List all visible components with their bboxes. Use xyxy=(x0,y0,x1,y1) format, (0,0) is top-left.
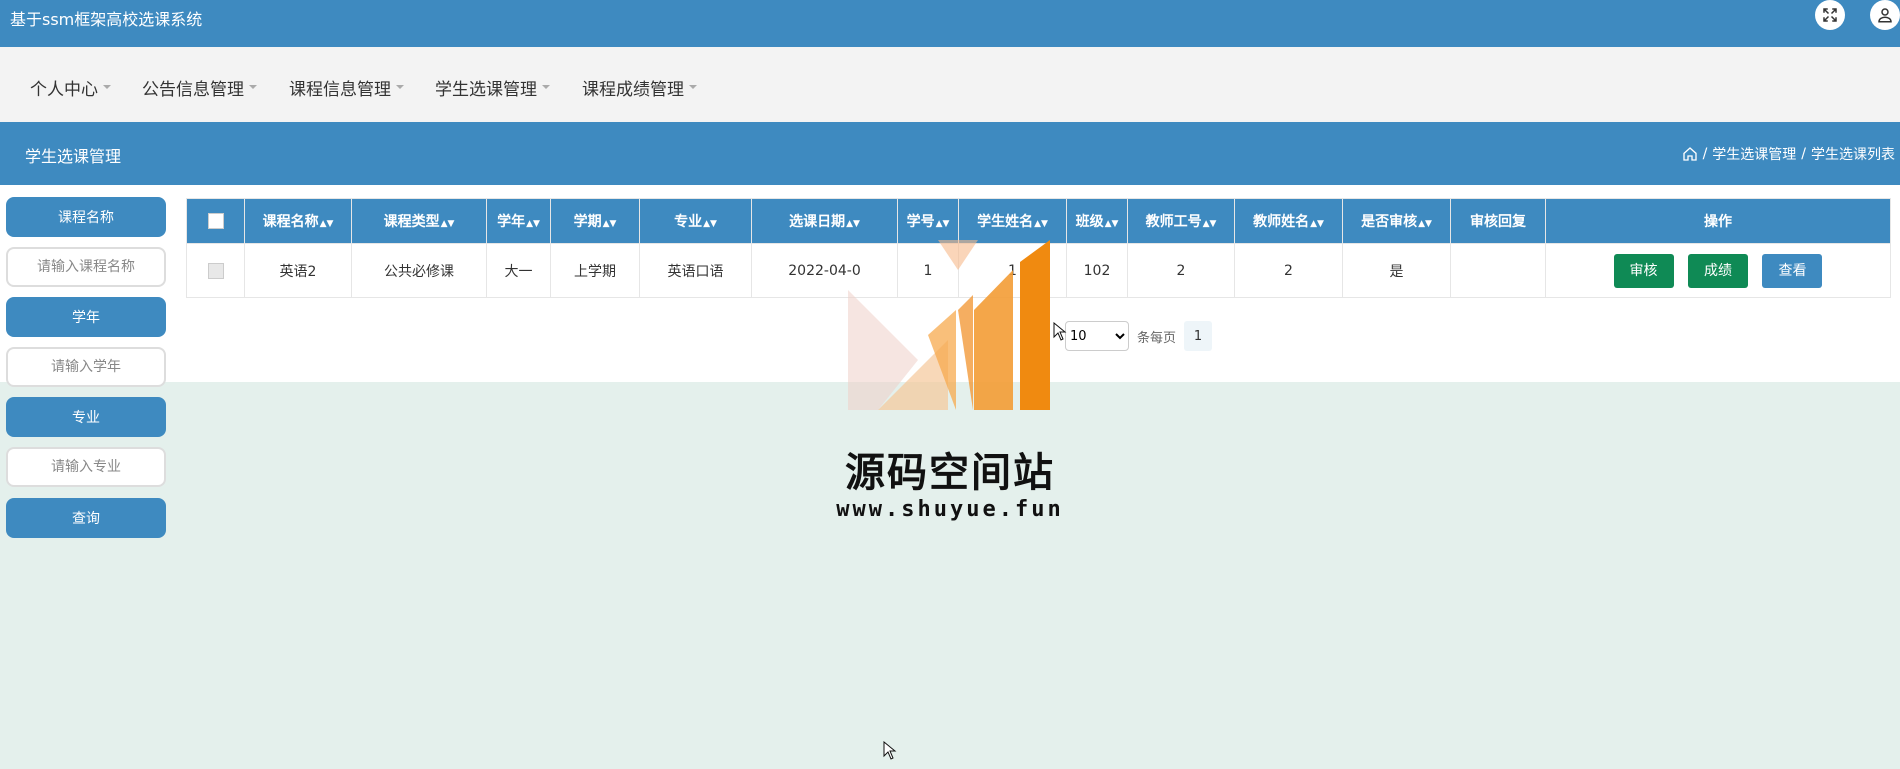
column-header[interactable]: 课程类型▲▼ xyxy=(351,198,487,244)
sort-icon[interactable]: ▲▼ xyxy=(1105,219,1119,229)
expand-icon xyxy=(1823,8,1837,22)
sort-icon[interactable]: ▲▼ xyxy=(526,219,540,229)
nav-item-label: 个人中心 xyxy=(30,80,98,100)
sort-icon[interactable]: ▲▼ xyxy=(603,219,617,229)
section-header: 学生选课管理 / 学生选课管理 / 学生选课列表 xyxy=(0,122,1900,185)
watermark-text: 源码空间站 xyxy=(845,450,1055,496)
sort-icon[interactable]: ▲▼ xyxy=(1310,219,1324,229)
row-checkbox[interactable] xyxy=(207,262,224,279)
chevron-down-icon xyxy=(249,85,257,89)
watermark-url: www.shuyue.fun xyxy=(836,497,1064,522)
audit-button[interactable]: 审核 xyxy=(1613,253,1674,288)
course-name-input[interactable] xyxy=(6,247,166,287)
column-header[interactable]: 学生姓名▲▼ xyxy=(958,198,1067,244)
year-input[interactable] xyxy=(6,347,166,387)
nav-item-personal-center[interactable]: 个人中心 xyxy=(30,75,111,100)
page-size-select[interactable]: 10 xyxy=(1065,321,1129,351)
cell-teacher-name: 2 xyxy=(1234,243,1343,298)
sort-icon[interactable]: ▲▼ xyxy=(703,219,717,229)
mouse-pointer-icon xyxy=(883,741,897,760)
cell-actions: 审核 成绩 查看 xyxy=(1545,243,1891,298)
nav-item-label: 学生选课管理 xyxy=(435,80,537,100)
home-icon[interactable] xyxy=(1682,146,1698,162)
view-button[interactable]: 查看 xyxy=(1762,253,1823,288)
nav-item-label: 课程信息管理 xyxy=(289,80,391,100)
sort-icon[interactable]: ▲▼ xyxy=(1034,219,1048,229)
column-header[interactable]: 选课日期▲▼ xyxy=(751,198,898,244)
breadcrumb-separator: / xyxy=(1702,146,1708,162)
page-title: 学生选课管理 xyxy=(25,147,122,166)
grade-button[interactable]: 成绩 xyxy=(1688,253,1748,288)
sort-icon[interactable]: ▲▼ xyxy=(1418,219,1432,229)
mouse-pointer-icon xyxy=(1053,322,1067,341)
nav-item-announcements[interactable]: 公告信息管理 xyxy=(142,75,257,100)
column-header[interactable]: 学期▲▼ xyxy=(550,198,640,244)
sort-icon[interactable]: ▲▼ xyxy=(846,219,860,229)
main-nav: 个人中心 公告信息管理 课程信息管理 学生选课管理 课程成绩管理 xyxy=(0,47,1900,122)
column-header[interactable]: 教师姓名▲▼ xyxy=(1234,198,1343,244)
table-header-row: 课程名称▲▼ 课程类型▲▼ 学年▲▼ 学期▲▼ 专业▲▼ 选课日期▲▼ 学号▲▼… xyxy=(186,198,1891,244)
cell-type: 公共必修课 xyxy=(351,243,487,298)
course-name-label: 课程名称 xyxy=(6,197,166,237)
major-input[interactable] xyxy=(6,447,166,487)
cell-class: 102 xyxy=(1066,243,1128,298)
chevron-down-icon xyxy=(542,85,550,89)
column-header[interactable]: 是否审核▲▼ xyxy=(1342,198,1451,244)
fullscreen-button[interactable] xyxy=(1815,0,1845,30)
sort-icon[interactable]: ▲▼ xyxy=(320,219,334,229)
nav-item-label: 课程成绩管理 xyxy=(582,80,684,100)
cell-term: 上学期 xyxy=(550,243,640,298)
column-header[interactable]: 专业▲▼ xyxy=(639,198,752,244)
top-bar: 基于ssm框架高校选课系统 xyxy=(0,0,1900,47)
column-header[interactable]: 学年▲▼ xyxy=(486,198,551,244)
pagination: 10 条每页 1 xyxy=(1065,321,1213,351)
sort-icon[interactable]: ▲▼ xyxy=(936,219,950,229)
cell-teacher-no: 2 xyxy=(1127,243,1235,298)
nav-item-grades[interactable]: 课程成绩管理 xyxy=(582,75,697,100)
user-icon xyxy=(1878,8,1892,23)
per-page-label: 条每页 xyxy=(1137,330,1177,346)
sort-icon[interactable]: ▲▼ xyxy=(1203,219,1217,229)
breadcrumb-item: 学生选课列表 xyxy=(1811,147,1895,163)
cell-reply xyxy=(1450,243,1546,298)
nav-item-label: 公告信息管理 xyxy=(142,80,244,100)
year-label: 学年 xyxy=(6,297,166,337)
column-header[interactable]: 班级▲▼ xyxy=(1066,198,1128,244)
cell-year: 大一 xyxy=(486,243,551,298)
breadcrumb-item[interactable]: 学生选课管理 xyxy=(1712,144,1796,164)
nav-item-courses[interactable]: 课程信息管理 xyxy=(289,75,404,100)
query-button[interactable]: 查询 xyxy=(6,498,166,538)
breadcrumb-separator: / xyxy=(1801,146,1806,162)
column-header: 操作 xyxy=(1545,198,1891,244)
column-header[interactable]: 学号▲▼ xyxy=(897,198,959,244)
chevron-down-icon xyxy=(689,85,697,89)
sort-icon[interactable]: ▲▼ xyxy=(441,219,455,229)
nav-item-course-selection[interactable]: 学生选课管理 xyxy=(435,75,550,100)
column-header[interactable]: 教师工号▲▼ xyxy=(1127,198,1235,244)
chevron-down-icon xyxy=(103,85,111,89)
app-title: 基于ssm框架高校选课系统 xyxy=(10,10,203,29)
row-select-cell xyxy=(186,243,245,298)
column-header: 审核回复 xyxy=(1450,198,1546,244)
select-all-header xyxy=(186,198,245,244)
chevron-down-icon xyxy=(396,85,404,89)
major-label: 专业 xyxy=(6,397,166,437)
select-all-checkbox[interactable] xyxy=(207,213,224,229)
cell-audited: 是 xyxy=(1342,243,1451,298)
breadcrumb: / 学生选课管理 / 学生选课列表 xyxy=(1682,144,1895,164)
page-number[interactable]: 1 xyxy=(1184,321,1213,351)
cell-course: 英语2 xyxy=(244,243,352,298)
user-button[interactable] xyxy=(1870,0,1900,30)
cell-major: 英语口语 xyxy=(639,243,752,298)
column-header[interactable]: 课程名称▲▼ xyxy=(244,198,352,244)
